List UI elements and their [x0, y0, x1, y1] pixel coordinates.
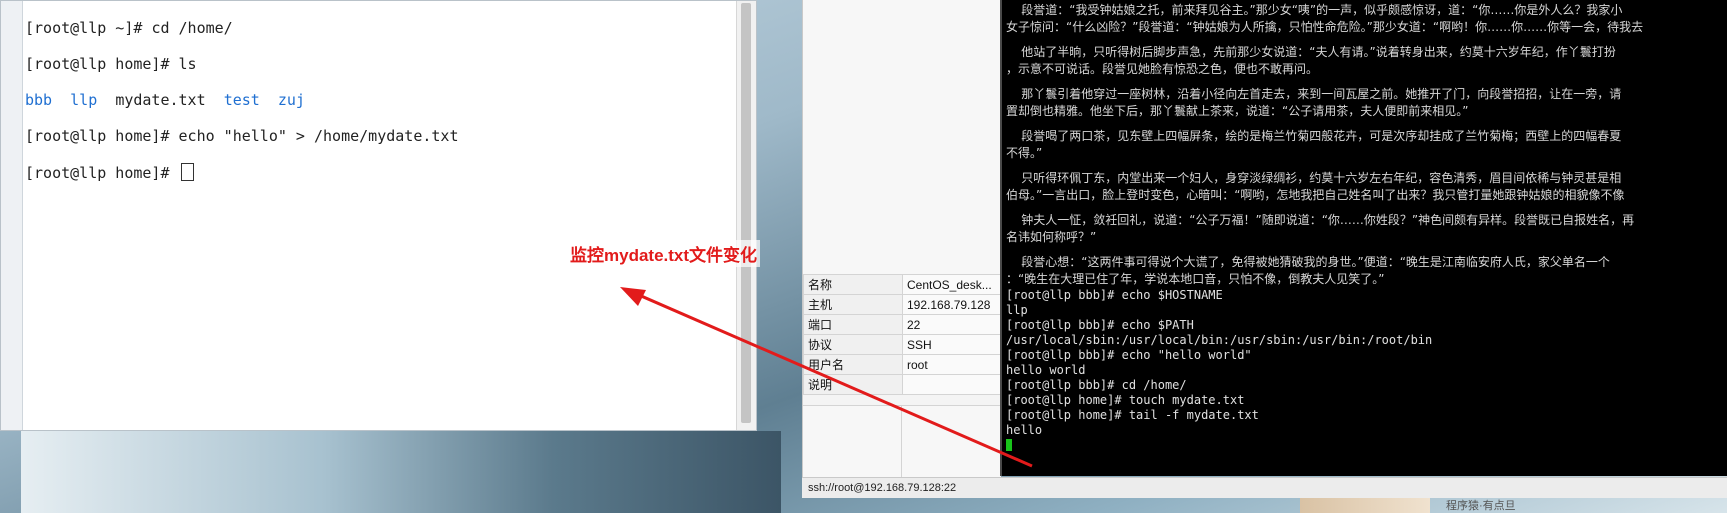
terminal-prompt: [root@llp home]#	[25, 164, 179, 182]
property-key: 说明	[803, 374, 903, 395]
ls-entry-file: mydate.txt	[115, 91, 206, 109]
terminal-prompt: [root@llp home]#	[25, 127, 179, 145]
ls-entry-dir: zuj	[277, 91, 305, 109]
ssh-terminal-window[interactable]: 段誉道：“我受钟姑娘之托，前来拜见谷主。”那少女“咦”的一声，似乎颇感惊讶，道：…	[1000, 0, 1727, 476]
session-info-panel: 名称 CentOS_desk... 主机 192.168.79.128 端口 22 协…	[802, 0, 1001, 498]
ls-entry-dir: test	[223, 91, 260, 109]
shell-line: hello world	[1006, 363, 1086, 377]
shell-line: [root@llp bbb]# cd /home/	[1006, 378, 1187, 392]
cursor-line	[1000, 438, 1727, 453]
status-bar: ssh://root@192.168.79.128:22	[802, 477, 1727, 498]
terminal-cursor-icon	[1006, 439, 1012, 451]
story-line: 段誉喝了两口茶，见东壁上四幅屏条，绘的是梅兰竹菊四般花卉，可是次序却挂成了兰竹菊…	[1006, 129, 1622, 143]
table-row[interactable]: 协议 SSH	[803, 334, 1001, 355]
table-row[interactable]: 主机 192.168.79.128	[803, 294, 1001, 315]
story-line: 置却倒也精雅。他坐下后，那丫鬟献上茶来，说道：“公子请用茶，夫人便即前来相见。”	[1006, 104, 1469, 118]
property-key: 主机	[803, 294, 903, 315]
property-key: 名称	[803, 274, 903, 295]
ls-output-line: bbb llp mydate.txt test zuj	[25, 91, 736, 109]
story-line: 女子惊问：“什么凶险？”段誉道：“钟姑娘为人所擒，只怕性命危险。”那少女道：“啊…	[1006, 20, 1644, 34]
story-line	[1000, 120, 1727, 128]
shell-line: [root@llp home]# touch mydate.txt	[1006, 393, 1245, 407]
column-divider	[901, 406, 902, 477]
local-terminal-output[interactable]: [root@llp ~]# cd /home/ [root@llp home]#…	[23, 1, 736, 430]
terminal-command: ls	[178, 55, 197, 73]
story-line	[1000, 36, 1727, 44]
story-line	[1000, 204, 1727, 212]
story-line: 伯母。”一言出口，脸上登时变色，心暗叫：“啊哟，怎地我把自己姓名叫了出来？我只管…	[1006, 188, 1625, 202]
shell-line: [root@llp bbb]# echo "hello world"	[1006, 348, 1252, 362]
terminal-line: [root@llp home]#	[25, 163, 736, 182]
properties-empty-area	[803, 405, 1001, 477]
story-line: 不得。”	[1006, 146, 1043, 160]
table-row[interactable]: 用户名 root	[803, 354, 1001, 375]
property-value: root	[902, 354, 1001, 375]
vertical-scrollbar[interactable]	[736, 1, 756, 430]
property-key: 协议	[803, 334, 903, 355]
terminal-line: [root@llp home]# ls	[25, 55, 736, 73]
shell-line: [root@llp bbb]# echo $HOSTNAME	[1006, 288, 1223, 302]
watermark-text: 程序猿·有点旦	[1446, 500, 1516, 512]
story-line: 那丫鬟引着他穿过一座树林，沿着小径向左首走去，来到一间瓦屋之前。她推开了门，向段…	[1006, 87, 1622, 101]
terminal-line: [root@llp home]# echo "hello" > /home/my…	[25, 127, 736, 145]
text-cursor-icon	[180, 163, 194, 181]
shell-line: [root@llp bbb]# echo $PATH	[1006, 318, 1194, 332]
ls-entry-dir: llp	[70, 91, 98, 109]
session-properties-table: 名称 CentOS_desk... 主机 192.168.79.128 端口 22 协…	[803, 274, 1001, 395]
table-row[interactable]: 说明	[803, 374, 1001, 395]
story-line: ：“晚生在大理已住了年，学说本地口音，只怕不像，倒教夫人见笑了。”	[1006, 272, 1385, 286]
table-row[interactable]: 端口 22	[803, 314, 1001, 335]
shell-line: /usr/local/sbin:/usr/local/bin:/usr/sbin…	[1006, 333, 1433, 347]
shell-line: hello	[1006, 423, 1043, 437]
terminal-gutter	[1, 1, 23, 430]
desktop-wallpaper-strip	[21, 431, 781, 513]
story-line: ，示意不可说话。段誉见她脸有惊恐之色，便也不敢再问。	[1006, 62, 1319, 76]
shell-line: [root@llp home]# tail -f mydate.txt	[1006, 408, 1259, 422]
taskbar-thumbnail[interactable]	[1300, 498, 1430, 513]
shell-line: llp	[1006, 303, 1028, 317]
scrollbar-thumb[interactable]	[741, 3, 751, 423]
property-key: 用户名	[803, 354, 903, 375]
story-line	[1000, 78, 1727, 86]
story-line: 他站了半晌，只听得树后脚步声急，先前那少女说道：“夫人有请。”说着转身出来，约莫…	[1006, 45, 1616, 59]
story-line: 段誉道：“我受钟姑娘之托，前来拜见谷主。”那少女“咦”的一声，似乎颇感惊讶，道：…	[1006, 3, 1623, 17]
story-line: 名讳如何称呼？”	[1006, 230, 1097, 244]
property-key: 端口	[803, 314, 903, 335]
story-line: 钟夫人一怔，敛衽回礼，说道：“公子万福！”随即说道：“你……你姓段？”神色间颇有…	[1006, 213, 1635, 227]
terminal-command: cd /home/	[151, 19, 233, 37]
story-text-block: 段誉道：“我受钟姑娘之托，前来拜见谷主。”那少女“咦”的一声，似乎颇感惊讶，道：…	[1000, 0, 1727, 288]
property-value: SSH	[902, 334, 1001, 355]
session-tree-area[interactable]	[803, 0, 1001, 274]
property-value	[902, 374, 1001, 395]
table-row[interactable]: 名称 CentOS_desk...	[803, 274, 1001, 295]
terminal-prompt: [root@llp home]#	[25, 55, 179, 73]
local-terminal-window[interactable]: [root@llp ~]# cd /home/ [root@llp home]#…	[0, 0, 757, 431]
annotation-label: 监控mydate.txt文件变化	[567, 240, 761, 267]
story-line: 段誉心想：“这两件事可得说个大谎了，免得被她猜破我的身世。”便道：“晚生是江南临…	[1006, 255, 1610, 269]
story-line	[1000, 162, 1727, 170]
terminal-prompt: [root@llp ~]#	[25, 19, 152, 37]
property-value: 192.168.79.128	[902, 294, 1001, 315]
property-value: CentOS_desk...	[902, 274, 1001, 295]
ls-entry-dir: bbb	[25, 91, 53, 109]
shell-output-block: [root@llp bbb]# echo $HOSTNAME llp [root@l…	[1000, 288, 1727, 438]
terminal-line: [root@llp ~]# cd /home/	[25, 19, 736, 37]
story-line	[1000, 246, 1727, 254]
terminal-border	[1000, 0, 1002, 476]
property-value: 22	[902, 314, 1001, 335]
story-line: 只听得环佩丁东，内堂出来一个妇人，身穿淡绿绸衫，约莫十六岁左右年纪，容色清秀，眉…	[1006, 171, 1622, 185]
terminal-command: echo "hello" > /home/mydate.txt	[178, 127, 459, 145]
